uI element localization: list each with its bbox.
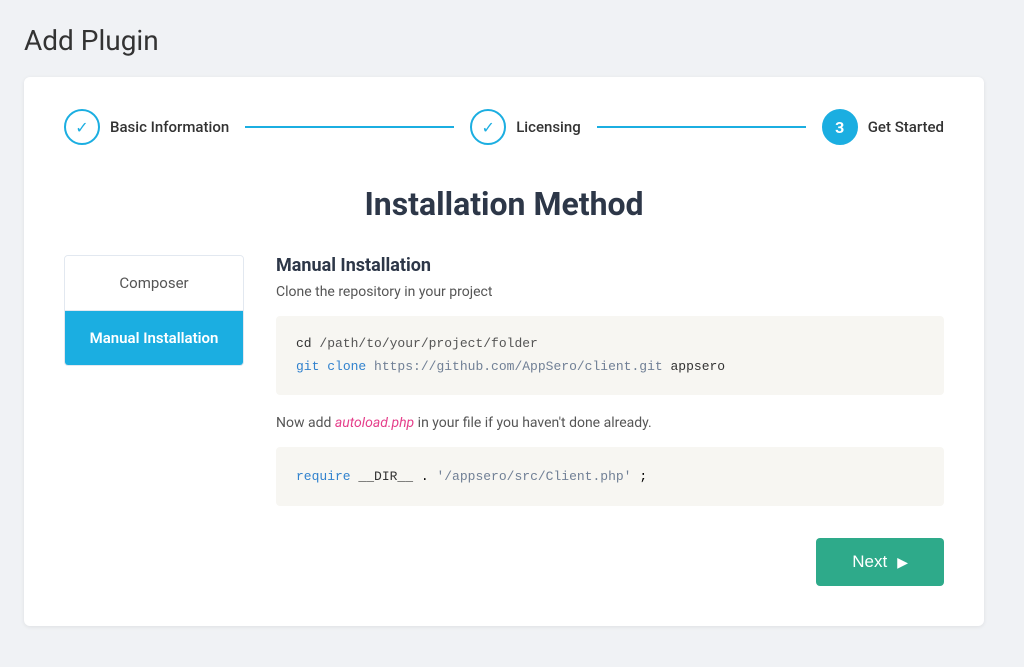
note-highlight: autoload.php [335, 415, 414, 431]
step-label-get-started: Get Started [868, 118, 944, 136]
code-git: git [296, 359, 327, 374]
code-str: '/appsero/src/Client.php' [436, 469, 631, 484]
code-dir: __DIR__ [358, 469, 420, 484]
footer: Next ▶ [64, 538, 944, 586]
note-prefix: Now add [276, 415, 335, 431]
tab-list: Composer Manual Installation [64, 255, 244, 366]
next-arrow-icon: ▶ [897, 554, 908, 571]
code-cd: cd [296, 336, 319, 351]
step-basic-info: ✓ Basic Information [64, 109, 229, 145]
step-label-basic-info: Basic Information [110, 118, 229, 136]
step-licensing: ✓ Licensing [470, 109, 581, 145]
step-circle-get-started: 3 [822, 109, 858, 145]
code-line-2: git clone https://github.com/AppSero/cli… [296, 355, 924, 378]
next-label: Next [852, 552, 887, 572]
tab-composer[interactable]: Composer [65, 256, 243, 311]
code-semi: ; [639, 469, 647, 484]
step-get-started: 3 Get Started [822, 109, 944, 145]
page-title: Add Plugin [24, 24, 1000, 57]
next-button[interactable]: Next ▶ [816, 538, 944, 586]
step-line-1 [245, 126, 454, 128]
code-block-clone: cd /path/to/your/project/folder git clon… [276, 316, 944, 395]
step-label-licensing: Licensing [516, 118, 581, 136]
method-description: Clone the repository in your project [276, 284, 944, 300]
code-block-require: require __DIR__ . '/appsero/src/Client.p… [276, 447, 944, 506]
tab-manual-installation[interactable]: Manual Installation [65, 311, 243, 365]
stepper: ✓ Basic Information ✓ Licensing 3 Get St… [64, 109, 944, 145]
step-line-2 [597, 126, 806, 128]
main-card: ✓ Basic Information ✓ Licensing 3 Get St… [24, 77, 984, 626]
content-area: Composer Manual Installation Manual Inst… [64, 255, 944, 506]
note-text: Now add autoload.php in your file if you… [276, 415, 944, 431]
step-circle-licensing: ✓ [470, 109, 506, 145]
section-title: Installation Method [64, 185, 944, 223]
code-require: require [296, 469, 351, 484]
code-dot: . [421, 469, 437, 484]
code-line-1: cd /path/to/your/project/folder [296, 332, 924, 355]
method-heading: Manual Installation [276, 255, 944, 276]
note-suffix: in your file if you haven't done already… [414, 415, 652, 431]
installation-content: Manual Installation Clone the repository… [276, 255, 944, 506]
step-circle-basic-info: ✓ [64, 109, 100, 145]
